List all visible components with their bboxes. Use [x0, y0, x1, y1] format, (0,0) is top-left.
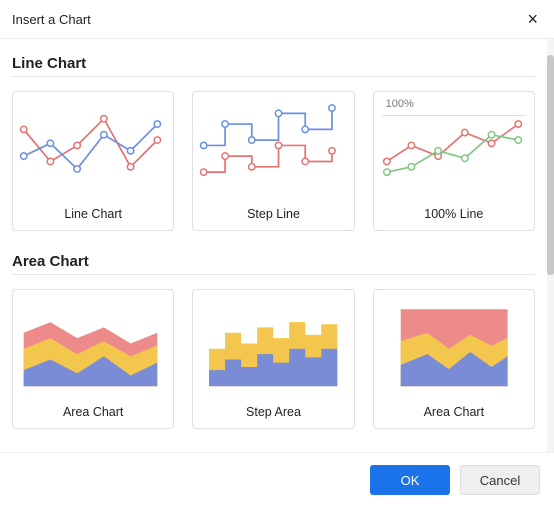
badge-100pct: 100% — [386, 98, 414, 110]
card-step-line[interactable]: Step Line — [192, 91, 354, 231]
card-label: Step Line — [193, 199, 353, 231]
insert-chart-dialog: Insert a Chart × Line Chart — [0, 0, 554, 507]
cancel-button[interactable]: Cancel — [460, 465, 540, 495]
preview-line-chart — [13, 92, 173, 199]
section-title-line: Line Chart — [12, 55, 535, 77]
dialog-title: Insert a Chart — [12, 12, 91, 27]
card-step-area[interactable]: Step Area — [192, 289, 354, 429]
scrollbar[interactable] — [547, 39, 554, 452]
dialog-body: Line Chart — [0, 39, 554, 452]
card-stacked-area[interactable]: Area Chart — [373, 289, 535, 429]
card-label: 100% Line — [374, 199, 534, 231]
section-title-area: Area Chart — [12, 253, 535, 275]
close-icon[interactable]: × — [523, 8, 542, 30]
preview-stacked-area — [374, 290, 534, 397]
dialog-footer: OK Cancel — [0, 452, 554, 507]
card-label: Line Chart — [13, 199, 173, 231]
area-chart-grid: Area Chart Step Area — [12, 289, 535, 429]
card-line-chart[interactable]: Line Chart — [12, 91, 174, 231]
line-chart-grid: Line Chart — [12, 91, 535, 231]
titlebar: Insert a Chart × — [0, 0, 554, 39]
preview-step-line — [193, 92, 353, 199]
chart-gallery: Line Chart — [0, 39, 547, 452]
preview-step-area — [193, 290, 353, 397]
card-label: Area Chart — [374, 397, 534, 429]
ok-button[interactable]: OK — [370, 465, 450, 495]
card-100pct-line[interactable]: 100% — [373, 91, 535, 231]
card-label: Step Area — [193, 397, 353, 429]
preview-area-chart — [13, 290, 173, 397]
preview-100pct-line: 100% — [374, 92, 534, 199]
card-label: Area Chart — [13, 397, 173, 429]
scrollbar-thumb[interactable] — [547, 55, 554, 275]
card-area-chart[interactable]: Area Chart — [12, 289, 174, 429]
